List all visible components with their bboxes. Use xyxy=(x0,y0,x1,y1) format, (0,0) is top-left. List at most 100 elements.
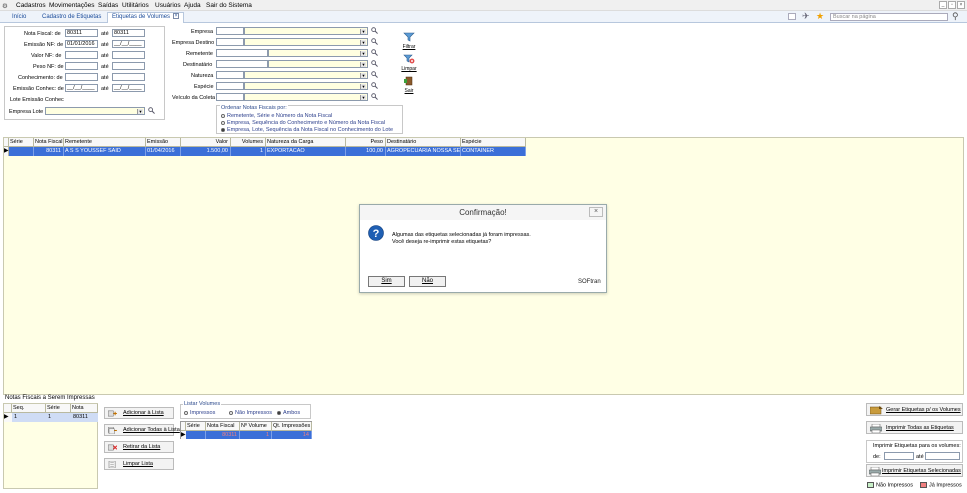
cell-especie[interactable]: CONTAINER xyxy=(461,147,526,156)
limpar-lista-button[interactable]: Limpar Lista xyxy=(104,458,174,470)
emissao-conhec-from-input[interactable]: __/__/____ xyxy=(65,84,98,92)
sair-button[interactable]: Sair xyxy=(398,76,420,94)
vol-cell-impressoes[interactable]: 14 xyxy=(272,431,312,439)
emissao-nf-from-input[interactable]: 01/01/2016 xyxy=(65,40,98,48)
search-icon[interactable] xyxy=(371,49,378,56)
cell-destinatario[interactable]: AGROPECUARIA NOSSA SEN xyxy=(386,147,461,156)
especie-code-input[interactable] xyxy=(216,82,244,90)
chevron-down-icon[interactable]: ▼ xyxy=(360,73,366,78)
gerar-etiquetas-button[interactable]: Gerar Etiquetas p/ os Volumes xyxy=(866,403,963,416)
adicionar-todas-button[interactable]: Adicionar Todas à Lista xyxy=(104,424,180,436)
col-header-remetente[interactable]: Remetente xyxy=(64,138,146,147)
remetente-code-input[interactable] xyxy=(216,49,268,57)
menu-utilitarios[interactable]: Utilitários xyxy=(122,2,149,9)
vol-col-impressoes[interactable]: Qt. Impressões xyxy=(272,422,312,431)
peso-nf-to-input[interactable] xyxy=(112,62,145,70)
cell-remetente[interactable]: A S S YOUSSEF SAID xyxy=(64,147,146,156)
list-col-serie[interactable]: Série xyxy=(46,404,71,413)
nota-fiscal-from-input[interactable]: 80311 xyxy=(65,29,98,37)
close-icon[interactable]: × xyxy=(957,1,965,9)
destinatario-select[interactable]: ▼ xyxy=(268,60,368,68)
col-header-natureza[interactable]: Natureza da Carga xyxy=(266,138,346,147)
restore-icon[interactable]: ▫ xyxy=(948,1,956,9)
nota-fiscal-to-input[interactable]: 80311 xyxy=(112,29,145,37)
radio-icon[interactable] xyxy=(277,410,281,415)
destinatario-code-input[interactable] xyxy=(216,60,268,68)
tab-etiquetas-volumes[interactable]: Etiquetas de Volumes × xyxy=(107,12,185,23)
cell-nota[interactable]: 80311 xyxy=(34,147,64,156)
radio-icon[interactable] xyxy=(221,120,225,125)
remetente-select[interactable]: ▼ xyxy=(268,49,368,57)
retirar-button[interactable]: Retirar da Lista xyxy=(104,441,174,453)
pin-icon[interactable]: ✈ xyxy=(802,11,810,22)
filtrar-button[interactable]: Filtrar xyxy=(398,32,420,50)
range-from-input[interactable] xyxy=(884,452,914,460)
radio-icon[interactable] xyxy=(221,113,225,118)
search-icon[interactable] xyxy=(371,93,378,100)
empresa-lote-select[interactable]: ▼ xyxy=(45,107,145,115)
chevron-down-icon[interactable]: ▼ xyxy=(360,29,366,34)
search-icon[interactable]: ⚲ xyxy=(952,11,959,22)
chevron-down-icon[interactable]: ▼ xyxy=(360,62,366,67)
radio-icon[interactable] xyxy=(229,410,233,415)
vol-option-impressos[interactable]: Impressos xyxy=(184,410,215,416)
col-header-nota[interactable]: Nota Fiscal xyxy=(34,138,64,147)
menu-sair[interactable]: Sair do Sistema xyxy=(206,2,252,9)
range-to-input[interactable] xyxy=(925,452,960,460)
natureza-select[interactable]: ▼ xyxy=(244,71,368,79)
order-option-1[interactable]: Remetente, Série e Número da Nota Fiscal xyxy=(221,113,332,119)
conhecimento-to-input[interactable] xyxy=(112,73,145,81)
page-search-input[interactable]: Buscar na página xyxy=(830,13,948,21)
tab-close-icon[interactable]: × xyxy=(173,13,180,20)
empresa-destino-select[interactable]: ▼ xyxy=(244,38,368,46)
vol-col-nota[interactable]: Nota Fiscal xyxy=(206,422,240,431)
peso-nf-from-input[interactable] xyxy=(65,62,98,70)
minimize-icon[interactable]: _ xyxy=(939,1,947,9)
natureza-code-input[interactable] xyxy=(216,71,244,79)
empresa-destino-code-input[interactable] xyxy=(216,38,244,46)
radio-icon[interactable] xyxy=(184,410,188,415)
search-icon[interactable] xyxy=(371,38,378,45)
empresa-select[interactable]: ▼ xyxy=(244,27,368,35)
col-header-serie[interactable]: Série xyxy=(9,138,34,147)
list-cell-seq[interactable]: 1 xyxy=(14,414,17,420)
vol-cell-volume[interactable]: 1 xyxy=(240,431,272,439)
cell-natureza[interactable]: EXPORTACAO xyxy=(266,147,346,156)
search-icon[interactable] xyxy=(371,27,378,34)
vol-option-nao-impressos[interactable]: Não Impressos xyxy=(229,410,272,416)
col-header-peso[interactable]: Peso xyxy=(346,138,386,147)
menu-cadastros[interactable]: Cadastros xyxy=(16,2,46,9)
vol-col-serie[interactable]: Série xyxy=(186,422,206,431)
col-header-destinatario[interactable]: Destinatário xyxy=(386,138,461,147)
order-option-2[interactable]: Empresa, Sequência do Conhecimento e Núm… xyxy=(221,120,385,126)
empresa-code-input[interactable] xyxy=(216,27,244,35)
chevron-down-icon[interactable]: ▼ xyxy=(360,95,366,100)
menu-usuarios[interactable]: Usuários xyxy=(155,2,181,9)
cell-valor[interactable]: 1.500,00 xyxy=(181,147,231,156)
vol-col-volume[interactable]: Nº Volume xyxy=(240,422,272,431)
star-icon[interactable]: ★ xyxy=(816,11,824,22)
chevron-down-icon[interactable]: ▼ xyxy=(360,40,366,45)
minimize-panel-icon[interactable] xyxy=(788,13,796,20)
tab-inicio[interactable]: Início xyxy=(8,13,30,23)
search-icon[interactable] xyxy=(371,71,378,78)
cell-volumes[interactable]: 1 xyxy=(231,147,266,156)
vol-option-ambos[interactable]: Ambos xyxy=(277,410,300,416)
valor-nf-from-input[interactable] xyxy=(65,51,98,59)
imprimir-selecionadas-button[interactable]: Imprimir Etiquetas Selecionadas xyxy=(866,464,963,477)
yes-button[interactable]: Sim xyxy=(368,276,405,287)
emissao-nf-to-input[interactable]: __/__/____ xyxy=(112,40,145,48)
cell-serie[interactable] xyxy=(9,147,34,156)
chevron-down-icon[interactable]: ▼ xyxy=(360,84,366,89)
col-header-especie[interactable]: Espécie xyxy=(461,138,526,147)
veiculo-select[interactable]: ▼ xyxy=(244,93,368,101)
imprimir-todas-button[interactable]: Imprimir Todas as Etiquetas xyxy=(866,421,963,434)
list-col-seq[interactable]: Seq. xyxy=(12,404,46,413)
limpar-button[interactable]: Limpar xyxy=(398,54,420,72)
order-option-3[interactable]: Empresa, Lote, Sequência da Nota Fiscal … xyxy=(221,127,393,133)
adicionar-button[interactable]: Adicionar à Lista xyxy=(104,407,174,419)
col-header-volumes[interactable]: Volumes xyxy=(231,138,266,147)
especie-select[interactable]: ▼ xyxy=(244,82,368,90)
col-header-valor[interactable]: Valor xyxy=(181,138,231,147)
valor-nf-to-input[interactable] xyxy=(112,51,145,59)
